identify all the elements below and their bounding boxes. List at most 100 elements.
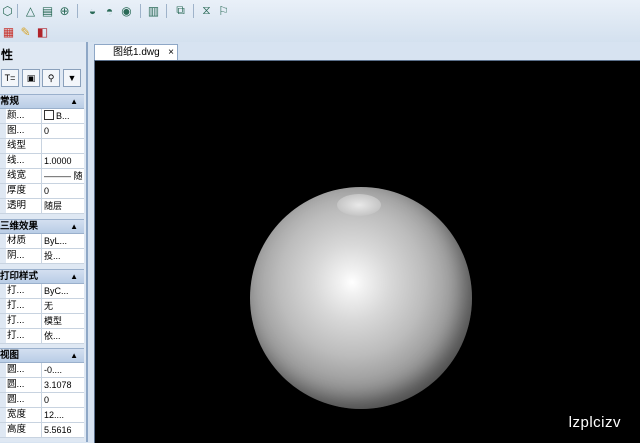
dome-icon[interactable]: ◓ (102, 3, 117, 18)
union-icon[interactable]: ⧉ (173, 3, 188, 18)
property-row[interactable]: 宽度 12.... (0, 408, 84, 423)
rendered-sphere[interactable] (250, 187, 472, 409)
property-value[interactable]: 投... (44, 249, 84, 263)
property-value[interactable]: 12.... (44, 408, 84, 422)
property-value[interactable]: 5.5616 (44, 423, 84, 437)
close-icon[interactable]: × (168, 45, 174, 60)
property-value[interactable]: 0 (44, 393, 84, 407)
collapse-icon[interactable]: ▲ (70, 270, 78, 283)
toolbar-separator (17, 4, 18, 18)
toolbar-separator (166, 4, 167, 18)
property-value[interactable]: 无 (44, 299, 84, 313)
property-name: 透明 (7, 199, 42, 213)
cylinder-icon[interactable]: ▤ (40, 3, 55, 18)
toolbar-separator (77, 4, 78, 18)
property-name: 线宽 (7, 169, 42, 183)
property-value[interactable]: 模型 (44, 314, 84, 328)
property-name: 颜... (7, 109, 42, 123)
property-row[interactable]: 透明 随层 (0, 199, 84, 214)
property-value[interactable]: 3.1078 (44, 378, 84, 392)
filter-icon[interactable]: ▼ (63, 69, 81, 87)
property-value[interactable]: 0 (44, 184, 84, 198)
sphere-icon[interactable]: ⊕ (57, 3, 72, 18)
property-row[interactable]: 线宽 ——— 随 (0, 169, 84, 184)
property-row[interactable]: 圆... -0.... (0, 363, 84, 378)
property-name: 高度 (7, 423, 42, 437)
collapse-icon[interactable]: ▲ (70, 220, 78, 233)
property-name: 阴... (7, 249, 42, 263)
collapse-icon[interactable]: ▲ (70, 95, 78, 108)
property-value[interactable]: 依... (44, 329, 84, 343)
collapse-icon[interactable]: ▲ (70, 349, 78, 362)
property-row[interactable]: 打... 模型 (0, 314, 84, 329)
property-name: 圆... (7, 378, 42, 392)
render-icon[interactable]: ◧ (35, 24, 50, 39)
property-name: 圆... (7, 363, 42, 377)
box-icon[interactable]: ⬡ (0, 3, 15, 18)
document-tab[interactable]: 图纸1.dwg × (94, 44, 178, 61)
property-row[interactable]: 图... 0 (0, 124, 84, 139)
property-value[interactable]: 0 (44, 124, 84, 138)
layers-icon[interactable]: ▦ (1, 24, 16, 39)
toolbar-separator (193, 4, 194, 18)
property-name: 宽度 (7, 408, 42, 422)
property-value[interactable] (44, 139, 84, 153)
property-row[interactable]: 打... 依... (0, 329, 84, 344)
section-title: 视图 (0, 350, 20, 361)
section-title: 打印样式 (0, 271, 39, 282)
cone-icon[interactable]: △ (23, 3, 38, 18)
property-name: 厚度 (7, 184, 42, 198)
section-view[interactable]: 视图 ▲ (0, 348, 84, 363)
panel-title: 性 (1, 48, 14, 62)
toolbar: ⬡ △ ▤ ⊕ ◒ ◓ ◉ ▥ ⧉ ⧖ ⚐ ▦ ✎ ◧ (0, 0, 640, 43)
property-row[interactable]: 打... ByC... (0, 284, 84, 299)
color-swatch-icon (44, 110, 54, 120)
property-value[interactable]: ByC... (44, 284, 84, 298)
panel-toolbar: T= ▣ ⚲ ▼ (0, 66, 86, 88)
property-row[interactable]: 圆... 3.1078 (0, 378, 84, 393)
dish-icon[interactable]: ◒ (85, 3, 100, 18)
property-row[interactable]: 线... 1.0000 (0, 154, 84, 169)
quick-select-icon[interactable]: ⚲ (42, 69, 60, 87)
property-row[interactable]: 圆... 0 (0, 393, 84, 408)
property-value[interactable]: -0.... (44, 363, 84, 377)
brush-icon[interactable]: ✎ (18, 24, 33, 39)
section-general[interactable]: 常规 ▲ (0, 94, 84, 109)
watermark: lzplcizv (568, 414, 621, 431)
select-objects-icon[interactable]: ▣ (22, 69, 40, 87)
property-value[interactable]: ByL... (44, 234, 84, 248)
document-tab-label: 图纸1.dwg (113, 47, 160, 58)
toggle-pickadd-icon[interactable]: T= (1, 69, 19, 87)
section-title: 三维效果 (0, 221, 39, 232)
torus-icon[interactable]: ◉ (119, 3, 134, 18)
property-name: 打... (7, 314, 42, 328)
toolbar-separator (140, 4, 141, 18)
property-value[interactable]: ——— 随 (44, 169, 84, 183)
section-plot-style[interactable]: 打印样式 ▲ (0, 269, 84, 284)
property-name: 线型 (7, 139, 42, 153)
property-row[interactable]: 高度 5.5616 (0, 423, 84, 438)
extrude-icon[interactable]: ▥ (146, 3, 161, 18)
property-row[interactable]: 颜... B... (0, 109, 84, 124)
property-row[interactable]: 厚度 0 (0, 184, 84, 199)
section-3d-effects[interactable]: 三维效果 ▲ (0, 219, 84, 234)
property-value[interactable]: 随层 (44, 199, 84, 213)
section-title: 常规 (0, 96, 20, 107)
sphere-cap (337, 194, 381, 216)
property-name: 打... (7, 329, 42, 343)
property-row[interactable]: 阴... 投... (0, 249, 84, 264)
property-row[interactable]: 打... 无 (0, 299, 84, 314)
flag-icon[interactable]: ⚐ (216, 3, 231, 18)
property-value[interactable]: B... (44, 109, 84, 123)
drawing-canvas[interactable]: lzplcizv (94, 60, 640, 443)
property-row[interactable]: 材质 ByL... (0, 234, 84, 249)
property-name: 打... (7, 284, 42, 298)
property-row[interactable]: 线型 (0, 139, 84, 154)
properties-panel: 性 T= ▣ ⚲ ▼ 常规 ▲ 颜... B... 图... 0 线型 线... 1.… (0, 42, 88, 442)
slice-icon[interactable]: ⧖ (199, 3, 214, 18)
property-name: 打... (7, 299, 42, 313)
property-value[interactable]: 1.0000 (44, 154, 84, 168)
property-name: 图... (7, 124, 42, 138)
property-name: 材质 (7, 234, 42, 248)
property-name: 圆... (7, 393, 42, 407)
